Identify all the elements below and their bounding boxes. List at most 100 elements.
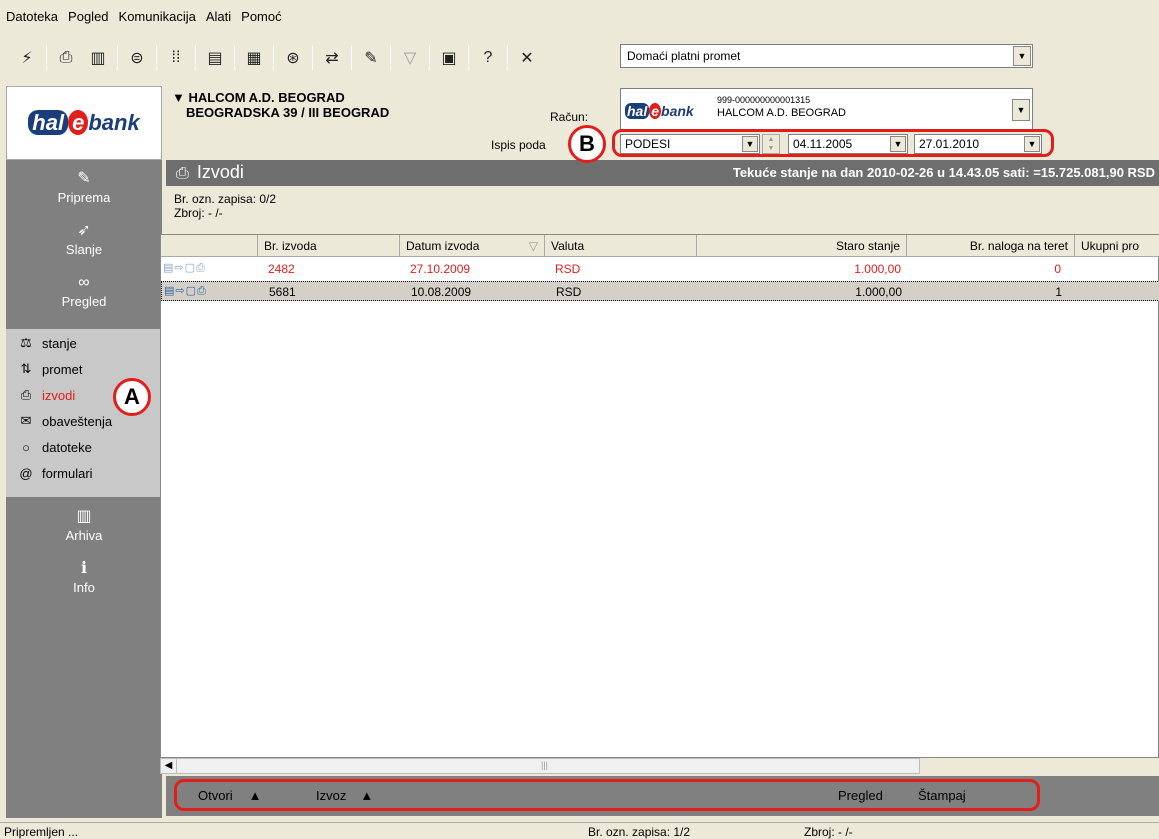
binary-icon[interactable]: ⁞⁞	[163, 45, 189, 71]
sidebar-section-priprema[interactable]: ✎ Priprema	[6, 168, 162, 205]
archive-icon: ▥	[76, 508, 92, 525]
sidebar-section-slanje[interactable]: ➶ Slanje	[6, 220, 162, 257]
balance-icon: ⚖	[20, 335, 32, 350]
izvodi-title-bar: ⎙ Izvodi Tekuće stanje na dan 2010-02-26 …	[166, 160, 1159, 186]
sidebar-section-arhiva[interactable]: ▥ Arhiva	[6, 506, 162, 543]
tools-icon[interactable]: ✕	[514, 45, 540, 71]
lightning-icon[interactable]: ⚡	[14, 45, 40, 71]
column-br-izvoda[interactable]: Br. izvoda	[258, 235, 400, 257]
cell-br-naloga: 0	[1054, 262, 1061, 276]
search-icon: ○	[22, 439, 30, 455]
scroll-left-icon[interactable]: ◀	[161, 759, 177, 773]
halcom-logo: hal e bank	[6, 86, 162, 160]
sidebar-section-info[interactable]: ℹ Info	[6, 558, 162, 595]
transfer-icon[interactable]: ⇄	[319, 45, 345, 71]
menu-datoteka[interactable]: Datoteka	[6, 9, 58, 24]
menu-pogled[interactable]: Pogled	[68, 9, 108, 24]
accounts-icon[interactable]: ▤	[202, 45, 228, 71]
toolbar: ⚡ ⎙ ▥ ⊜ ⁞⁞ ▤ ▦ ⊛ ⇄ ✎ ▽ ▣ ? ✕ Domaći plat…	[0, 36, 1159, 80]
column-br-naloga[interactable]: Br. naloga na teret	[907, 235, 1075, 257]
row-action-icons[interactable]: ▤⇨▢⎙	[164, 284, 207, 298]
cell-br-izvoda: 5681	[269, 285, 296, 299]
printer-icon[interactable]: ⎙	[53, 45, 79, 71]
sidebar-item-stanje[interactable]: ⚖ stanje	[6, 331, 162, 355]
calculator-icon[interactable]: ▣	[436, 45, 462, 71]
cell-datum: 10.08.2009	[411, 285, 472, 299]
coins-icon[interactable]: ⊜	[124, 45, 150, 71]
marked-records: Br. ozn. zapisa: 0/2	[174, 192, 277, 206]
sidebar: hal e bank ✎ Priprema ➶ Slanje ∞ Pregled ⚖…	[6, 86, 162, 818]
exchange-icon[interactable]: ⊛	[280, 45, 306, 71]
cell-valuta: RSD	[556, 285, 582, 299]
sidebar-section-pregled[interactable]: ∞ Pregled	[6, 272, 162, 309]
info-icon: ℹ	[80, 560, 88, 577]
page-title: ⎙ Izvodi	[176, 162, 244, 182]
toolbar-separator	[273, 46, 274, 70]
calendar-icon[interactable]: ▦	[241, 45, 267, 71]
toolbar-separator	[46, 46, 47, 70]
cell-datum: 27.10.2009	[410, 262, 471, 276]
current-balance: Tekuće stanje na dan 2010-02-26 u 14.43.…	[732, 165, 1155, 180]
column-datum-izvoda[interactable]: Datum izvoda ▽	[400, 235, 545, 257]
status-marked: Br. ozn. zapisa: 1/2	[588, 825, 691, 839]
company-name[interactable]: ▼ HALCOM A.D. BEOGRAD BEOGRADSKA 39 / II…	[172, 90, 389, 120]
cell-staro-stanje: 1.000,00	[855, 285, 902, 299]
cell-valuta: RSD	[555, 262, 581, 276]
form-icon: @	[19, 465, 33, 481]
triangle-down-icon: ▼	[172, 90, 189, 105]
menu-pomoc[interactable]: Pomoć	[241, 9, 281, 24]
payment-type-select[interactable]: Domaći platni promet ▼	[620, 44, 1033, 68]
column-staro-stanje[interactable]: Staro stanje	[697, 235, 907, 257]
annotation-box-b	[612, 129, 1054, 157]
sum-info: Zbroj: - /-	[174, 206, 223, 220]
sidebar-item-promet[interactable]: ⇅ promet	[6, 357, 162, 381]
halcom-logo: hal e bank	[625, 103, 694, 119]
racun-label: Račun:	[550, 110, 589, 124]
status-text: Pripremljen ...	[4, 825, 79, 839]
book-icon[interactable]: ▥	[85, 45, 111, 71]
annotation-marker-b: B	[568, 125, 606, 163]
table-row[interactable]: ▤⇨▢⎙ 2482 27.10.2009 RSD 1.000,00 0	[161, 259, 1159, 279]
toolbar-separator	[156, 46, 157, 70]
status-sum: Zbroj: - /-	[804, 825, 853, 839]
filter-icon[interactable]: ▽	[397, 45, 423, 71]
chevron-down-icon[interactable]: ▼	[1013, 46, 1031, 66]
sidebar-item-datoteke[interactable]: ○ datoteke	[6, 435, 162, 459]
account-number: 999-000000000001315	[717, 95, 811, 105]
toolbar-separator	[117, 46, 118, 70]
annotation-marker-a: A	[113, 378, 151, 416]
turnover-icon: ⇅	[20, 361, 32, 376]
table-header: Br. izvoda Datum izvoda ▽ Valuta Staro s…	[161, 235, 1159, 257]
edit-icon[interactable]: ✎	[358, 45, 384, 71]
envelope-icon: ✉	[20, 413, 32, 428]
toolbar-separator	[507, 46, 508, 70]
payment-type-value: Domaći platni promet	[627, 49, 741, 63]
selection-info: Br. ozn. zapisa: 0/2 Zbroj: - /-	[174, 192, 276, 220]
binoculars-icon: ∞	[78, 274, 90, 291]
sidebar-item-formulari[interactable]: @ formulari	[6, 461, 162, 485]
account-select[interactable]: hal e bank 999-000000000001315 HALCOM A.D.…	[620, 88, 1033, 132]
help-icon[interactable]: ?	[475, 45, 501, 71]
chevron-down-icon[interactable]: ▼	[1012, 99, 1030, 121]
menu-alati[interactable]: Alati	[206, 9, 231, 24]
column-valuta[interactable]: Valuta	[545, 235, 697, 257]
edit-icon: ✎	[77, 170, 91, 187]
printer-icon: ⎙	[176, 165, 189, 182]
ispis-label: Ispis poda	[491, 138, 546, 152]
toolbar-separator	[468, 46, 469, 70]
toolbar-separator	[390, 46, 391, 70]
statements-table: Br. izvoda Datum izvoda ▽ Valuta Staro s…	[160, 234, 1159, 758]
menu-bar: Datoteka Pogled Komunikacija Alati Pomoć	[0, 0, 1159, 32]
toolbar-separator	[351, 46, 352, 70]
row-action-icons[interactable]: ▤⇨▢⎙	[163, 261, 206, 275]
toolbar-separator	[195, 46, 196, 70]
status-bar: Pripremljen ... Br. ozn. zapisa: 1/2 Zbr…	[0, 822, 1159, 839]
table-row[interactable]: ▤⇨▢⎙ 5681 10.08.2009 RSD 1.000,00 1	[161, 281, 1159, 301]
menu-komunikacija[interactable]: Komunikacija	[119, 9, 196, 24]
column-ukupni[interactable]: Ukupni pro	[1075, 235, 1159, 257]
horizontal-scrollbar[interactable]: ◀ |||	[160, 758, 920, 774]
account-name: HALCOM A.D. BEOGRAD	[717, 107, 846, 119]
column-icons	[161, 235, 258, 257]
toolbar-separator	[312, 46, 313, 70]
printer-icon: ⎙	[20, 387, 32, 402]
